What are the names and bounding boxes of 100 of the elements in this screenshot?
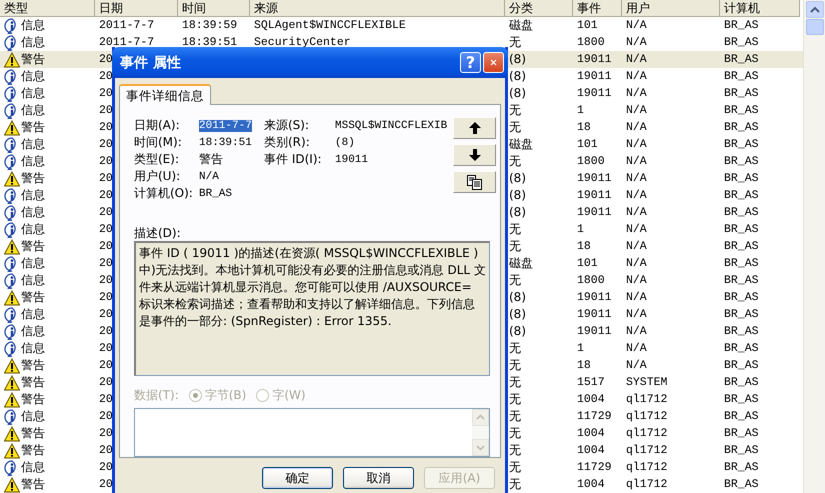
field-value: MSSQL$WINCCFLEXIB	[335, 120, 448, 132]
table-cell: N/A	[626, 104, 647, 117]
table-cell: ql1712	[626, 461, 668, 474]
table-cell: 信息	[21, 17, 45, 34]
table-cell: N/A	[626, 291, 647, 304]
table-cell: 警告	[21, 391, 45, 408]
table-cell: BR_AS	[724, 376, 759, 389]
table-cell: SecurityCenter	[254, 36, 351, 49]
table-cell: 警告	[21, 425, 45, 442]
table-cell: 20	[99, 342, 113, 355]
table-cell: 19011	[577, 70, 612, 83]
table-cell: (8)	[509, 52, 526, 66]
table-cell: 1004	[577, 478, 605, 491]
table-cell: N/A	[626, 257, 647, 270]
table-cell: (8)	[509, 290, 526, 304]
table-cell: 19011	[577, 189, 612, 202]
table-cell: 18:39:51	[182, 36, 238, 49]
table-cell: 信息	[21, 34, 45, 51]
field-label: 类别(R):	[264, 134, 311, 151]
table-cell: (8)	[509, 324, 526, 338]
table-cell: 20	[99, 240, 113, 253]
table-cell: 1004	[577, 393, 605, 406]
table-cell: 20	[99, 274, 113, 287]
field-value: N/A	[199, 170, 220, 182]
table-cell: 信息	[21, 136, 45, 153]
field-value: BR_AS	[199, 188, 234, 200]
table-cell: 2011-7-7	[99, 19, 154, 32]
table-cell: 信息	[21, 187, 45, 204]
table-cell: BR_AS	[724, 223, 759, 236]
table-cell: 警告	[21, 170, 45, 187]
table-cell: 信息	[21, 272, 45, 289]
table-cell: 无	[509, 375, 521, 389]
table-cell: N/A	[626, 223, 647, 236]
field-value: 18:39:51	[199, 136, 253, 148]
table-cell: N/A	[626, 325, 647, 338]
table-cell: 警告	[21, 374, 45, 391]
table-cell: BR_AS	[724, 206, 759, 219]
table-cell: ql1712	[626, 393, 668, 406]
table-cell: N/A	[626, 138, 647, 151]
table-cell: 20	[99, 291, 113, 304]
table-cell: 20	[99, 53, 113, 66]
table-cell: BR_AS	[724, 410, 759, 423]
table-cell: 19011	[577, 172, 612, 185]
table-cell: 19011	[577, 308, 612, 321]
table-cell: BR_AS	[724, 478, 759, 491]
table-cell: (8)	[509, 171, 526, 185]
table-cell: 20	[99, 223, 113, 236]
table-cell: BR_AS	[724, 308, 759, 321]
field-value: (8)	[335, 136, 356, 148]
table-cell: BR_AS	[724, 53, 759, 66]
table-cell: 信息	[21, 102, 45, 119]
table-cell: 无	[509, 392, 521, 406]
window-title: 事件 属性	[120, 54, 182, 72]
table-cell: (8)	[509, 86, 526, 100]
field-label: 事件 ID(I):	[264, 151, 323, 168]
table-cell: 18	[577, 240, 591, 253]
table-cell: 20	[99, 87, 113, 100]
table-cell: 1	[577, 342, 584, 355]
table-cell: 无	[509, 358, 521, 372]
table-cell: BR_AS	[724, 121, 759, 134]
table-cell: 11729	[577, 461, 612, 474]
table-cell: 无	[509, 477, 521, 491]
table-cell: BR_AS	[724, 155, 759, 168]
table-cell: 信息	[21, 459, 45, 476]
table-cell: 警告	[21, 238, 45, 255]
description-label: 描述(D):	[134, 225, 182, 239]
table-cell: 2011-7-7	[99, 36, 154, 49]
table-cell: 无	[509, 120, 521, 134]
table-cell: N/A	[626, 121, 647, 134]
table-cell: N/A	[626, 342, 647, 355]
table-cell: 信息	[21, 306, 45, 323]
table-cell: 20	[99, 257, 113, 270]
table-cell: SYSTEM	[626, 376, 668, 389]
table-cell: N/A	[626, 240, 647, 253]
table-cell: 警告	[21, 119, 45, 136]
field-value: 19011	[335, 154, 370, 166]
table-cell: 无	[509, 426, 521, 440]
table-cell: 20	[99, 461, 113, 474]
table-cell: 警告	[21, 357, 45, 374]
table-cell: 无	[509, 460, 521, 474]
table-cell: BR_AS	[724, 36, 759, 49]
table-cell: 信息	[21, 153, 45, 170]
table-cell: N/A	[626, 19, 647, 32]
table-cell: N/A	[626, 172, 647, 185]
table-cell: N/A	[626, 206, 647, 219]
table-cell: 信息	[21, 204, 45, 221]
field-value: 警告	[199, 151, 224, 168]
table-cell: BR_AS	[724, 257, 759, 270]
table-cell: 19011	[577, 325, 612, 338]
table-cell: 信息	[21, 255, 45, 272]
table-cell: N/A	[626, 359, 647, 372]
table-cell: BR_AS	[724, 274, 759, 287]
table-cell: N/A	[626, 155, 647, 168]
table-cell: 信息	[21, 323, 45, 340]
table-cell: 20	[99, 376, 113, 389]
field-label: 类型(E):	[134, 151, 180, 168]
table-cell: BR_AS	[724, 138, 759, 151]
field-label: 来源(S):	[264, 117, 310, 134]
table-cell: 无	[509, 222, 521, 236]
table-cell: 19011	[577, 87, 612, 100]
